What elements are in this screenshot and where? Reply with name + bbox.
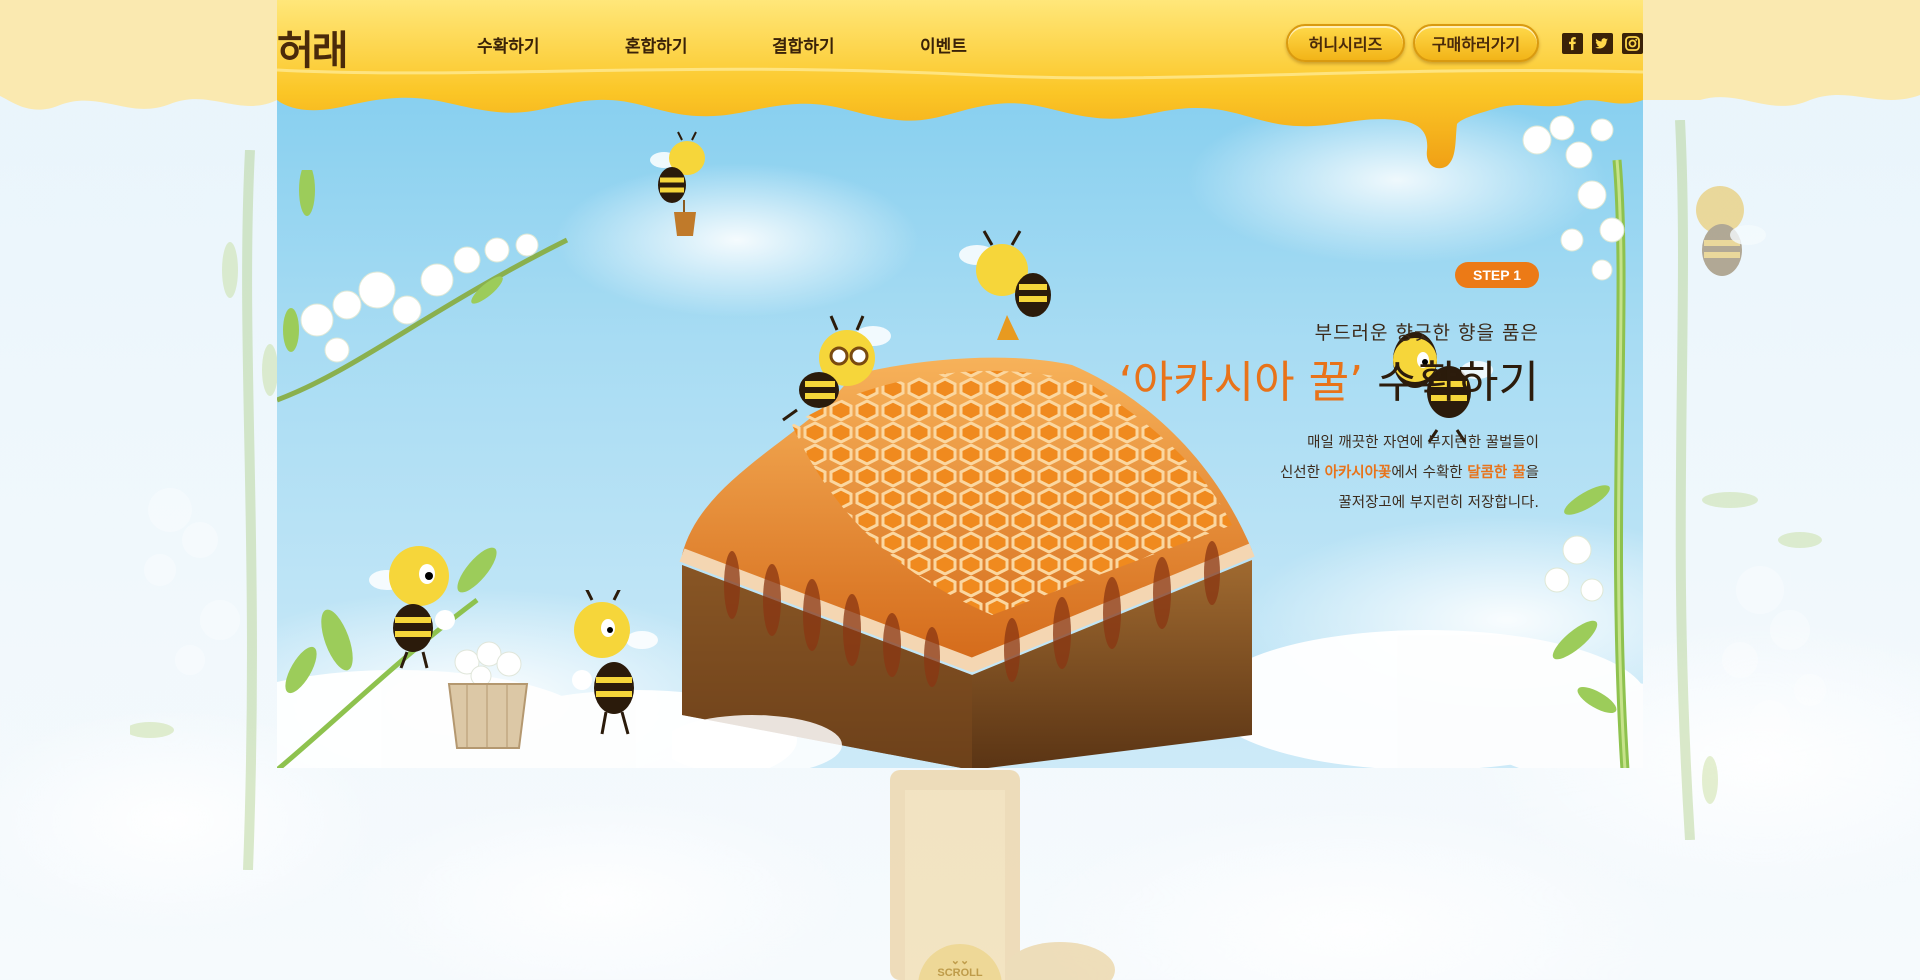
desc-highlight-flower: 아카시아꽃 [1324, 465, 1392, 481]
hero-title-rest: 수확하기 [1377, 357, 1539, 408]
desc-line-2-post: 을 [1525, 465, 1539, 481]
hero-subtitle: 부드러운 향긋한 향을 품은 [1314, 322, 1539, 344]
buy-button[interactable]: 구매하러가기 [1413, 24, 1539, 62]
scroll-label: SCROLL [937, 967, 983, 979]
faded-vine-right [1675, 120, 1826, 840]
honeycomb-box-illustration [672, 357, 1255, 768]
hero-title-quote: ‘아카시아 꿀’ [1118, 357, 1364, 408]
desc-highlight-honey: 달콤한 꿀 [1467, 465, 1526, 481]
faded-honey-jar [890, 770, 1115, 980]
site-logo[interactable]: 허래 [277, 18, 349, 76]
twitter-icon[interactable] [1592, 33, 1613, 54]
desc-line-2-mid: 에서 수확한 [1391, 465, 1468, 481]
hero-description: 매일 깨끗한 자연에 부지런한 꿀벌들이 신선한 아카시아꽃에서 수확한 달콤한… [1280, 428, 1539, 518]
bee-standing-illustration [572, 590, 658, 735]
nav-item-harvest[interactable]: 수확하기 [477, 32, 540, 57]
hero-stage: 허래 수확하기 혼합하기 결합하기 이벤트 허니시리즈 구매하러가기 STEP … [277, 0, 1643, 768]
facebook-icon[interactable] [1562, 33, 1583, 54]
desc-line-1: 매일 깨끗한 자연에 부지런한 꿀벌들이 [1307, 435, 1539, 451]
bee-pouring-honey-illustration [959, 230, 1051, 340]
chevron-down-icon: ⌄⌄ [950, 955, 970, 967]
bee-with-glasses-illustration [782, 315, 891, 422]
nav-item-combine[interactable]: 결합하기 [772, 32, 835, 57]
desc-line-2: 신선한 아카시아꽃에서 수확한 달콤한 꿀을 [1280, 458, 1539, 488]
nav-item-mix[interactable]: 혼합하기 [625, 32, 688, 57]
instagram-icon[interactable] [1622, 33, 1643, 54]
desc-line-2-pre: 신선한 [1279, 465, 1325, 481]
nav-item-event[interactable]: 이벤트 [920, 32, 967, 57]
flower-pot-illustration [447, 641, 529, 749]
hero-title: ‘아카시아 꿀’ 수확하기 [1119, 346, 1539, 410]
honey-series-button[interactable]: 허니시리즈 [1286, 24, 1405, 62]
desc-line-3: 꿀저장고에 부지런히 저장합니다. [1338, 495, 1539, 511]
faded-vine-left [130, 150, 278, 870]
step-badge: STEP 1 [1455, 262, 1539, 288]
